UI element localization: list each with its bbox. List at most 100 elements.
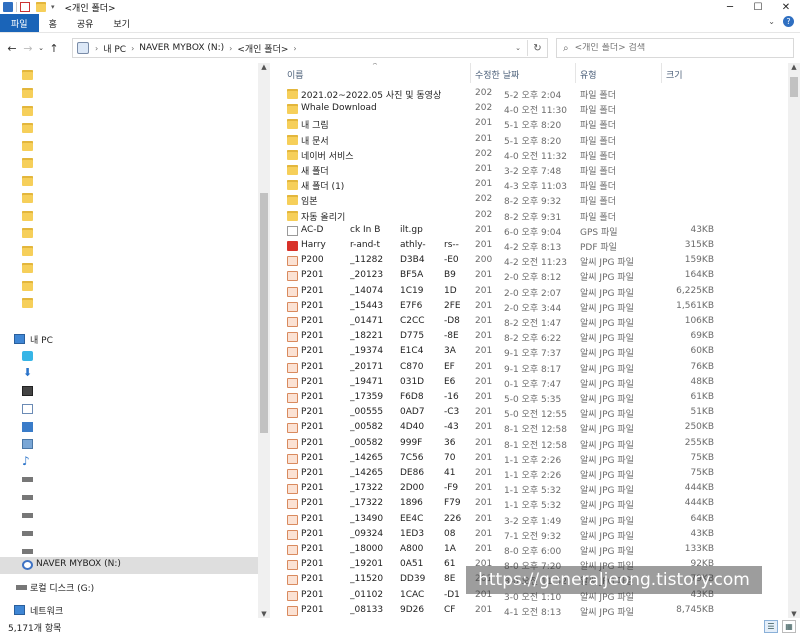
file-row[interactable]: P201 _00555 0AD7 -C3 201 5-0 오전 12:55 알씨 JPG 파… <box>276 406 788 421</box>
file-row[interactable]: P201 _15443 E7F6 2FE 201 2-0 오후 3:44 알씨 JPG 파일… <box>276 300 788 315</box>
file-list-scrollbar[interactable]: ▲ ▼ <box>788 63 800 618</box>
nav-this-pc[interactable]: 내 PC <box>0 331 258 347</box>
file-row[interactable]: P200 _11282 D3B4 -E0 200 4-2 오전 11:23 알씨 JPG 파… <box>276 254 788 269</box>
nav-music[interactable]: ♪ <box>0 453 258 469</box>
nav-pictures[interactable] <box>0 436 258 452</box>
column-type[interactable]: 유형 <box>580 68 597 81</box>
close-button[interactable]: ✕ <box>772 0 800 14</box>
scroll-down-icon[interactable]: ▼ <box>788 610 800 618</box>
help-icon[interactable]: ? <box>783 16 794 27</box>
file-row[interactable]: P201 _18221 D775 -8E 201 8-2 오후 6:22 알씨 JPG 파일… <box>276 330 788 345</box>
up-button[interactable]: ↑ <box>46 42 62 55</box>
nav-folder[interactable] <box>0 173 258 189</box>
nav-drive[interactable] <box>0 507 258 523</box>
scroll-up-icon[interactable]: ▲ <box>258 63 270 71</box>
nav-folder[interactable] <box>0 120 258 136</box>
file-row[interactable]: Harry r-and-t athly-rs-- 201 4-2 오후 8:13 PDF … <box>276 239 788 254</box>
column-size[interactable]: 크기 <box>666 68 683 81</box>
recent-locations-icon[interactable]: ⌄ <box>36 44 46 52</box>
search-input[interactable] <box>574 43 775 53</box>
file-row[interactable]: 내 그림 201 5-1 오후 8:20 파일 폴더 <box>276 117 788 132</box>
nav-videos[interactable] <box>0 383 258 399</box>
file-row[interactable]: 자동 올리기 202 8-2 오후 9:31 파일 폴더 <box>276 209 788 224</box>
file-row[interactable]: P201 _00582 4D40 -43 201 8-1 오전 12:58 알씨 JPG 파… <box>276 421 788 436</box>
breadcrumb-this-pc[interactable]: 내 PC <box>103 42 126 55</box>
nav-naver-mybox[interactable]: NAVER MYBOX (N:) <box>0 557 258 574</box>
back-button[interactable]: ← <box>4 42 20 55</box>
maximize-button[interactable]: ☐ <box>744 0 772 14</box>
file-row[interactable]: P201 _13490 EE4C 226 201 3-2 오후 1:49 알씨 JPG 파일… <box>276 513 788 528</box>
file-row[interactable]: P201 _20171 C870 EF 201 9-1 오후 8:17 알씨 JPG 파일 7… <box>276 361 788 376</box>
nav-folder[interactable] <box>0 67 258 83</box>
new-folder-icon[interactable] <box>36 2 46 12</box>
nav-drive[interactable] <box>0 471 258 487</box>
file-row[interactable]: P201 _17322 2D00 -F9 201 1-1 오후 5:32 알씨 JPG 파일… <box>276 482 788 497</box>
scroll-up-icon[interactable]: ▲ <box>788 63 800 71</box>
explorer-icon[interactable] <box>3 2 13 12</box>
nav-folder[interactable] <box>0 85 258 101</box>
column-divider[interactable] <box>661 63 662 83</box>
nav-folder[interactable] <box>0 138 258 154</box>
column-divider[interactable] <box>575 63 576 83</box>
nav-downloads[interactable]: ⬇ <box>0 365 258 381</box>
file-row[interactable]: 새 폴더 201 3-2 오후 7:48 파일 폴더 <box>276 163 788 178</box>
column-date[interactable]: 수정한 날짜 <box>475 68 519 81</box>
nav-folder[interactable] <box>0 155 258 171</box>
nav-folder[interactable] <box>0 190 258 206</box>
nav-folder[interactable] <box>0 278 258 294</box>
file-row[interactable]: 2021.02~2022.05 사진 및 동영상 202 5-2 오후 2:04 파일… <box>276 87 788 102</box>
file-row[interactable]: 네이버 서비스 202 4-0 오전 11:32 파일 폴더 <box>276 148 788 163</box>
expand-ribbon-icon[interactable]: ⌄ <box>768 17 775 26</box>
nav-scroll-thumb[interactable] <box>260 193 268 433</box>
file-row[interactable]: Whale Download 202 4-0 오전 11:30 파일 폴더 <box>276 102 788 117</box>
large-icons-view-icon[interactable]: ▦ <box>782 620 796 633</box>
tab-home[interactable]: 홈 <box>39 14 67 32</box>
nav-drive[interactable] <box>0 525 258 541</box>
tab-share[interactable]: 공유 <box>67 14 104 32</box>
nav-folder[interactable] <box>0 260 258 276</box>
nav-local-disk[interactable]: 로컬 디스크 (G:) <box>0 579 258 595</box>
nav-folder[interactable] <box>0 103 258 119</box>
refresh-button[interactable]: ↻ <box>527 40 547 56</box>
minimize-button[interactable]: ─ <box>716 0 744 14</box>
customize-toolbar-icon[interactable]: ▾ <box>51 3 55 11</box>
file-row[interactable]: P201 _09324 1ED3 08 201 7-1 오전 9:32 알씨 JPG 파일 4… <box>276 528 788 543</box>
file-row[interactable]: 새 폴더 (1) 201 4-3 오후 11:03 파일 폴더 <box>276 178 788 193</box>
nav-documents[interactable] <box>0 401 258 417</box>
column-divider[interactable] <box>470 63 471 83</box>
file-row[interactable]: P201 _19471 031D E6 201 0-1 오후 7:47 알씨 JPG 파일 4… <box>276 376 788 391</box>
nav-folder[interactable] <box>0 208 258 224</box>
file-row[interactable]: P201 _17359 F6D8 -16 201 5-0 오후 5:35 알씨 JPG 파일… <box>276 391 788 406</box>
column-name[interactable]: 이름 <box>287 68 304 81</box>
file-row[interactable]: AC-D ck In B ilt.gp 201 6-0 오후 9:04 GPS 파일 43K… <box>276 224 788 239</box>
file-row[interactable]: P201 _17322 1896 F79 201 1-1 오후 5:32 알씨 JPG 파일… <box>276 497 788 512</box>
file-row[interactable]: P201 _01471 C2CC -D8 201 8-2 오전 1:47 알씨 JPG 파일… <box>276 315 788 330</box>
file-row[interactable]: P201 _08133 9D26 CF 201 4-1 오전 8:13 알씨 JPG 파일 8… <box>276 604 788 618</box>
nav-scrollbar[interactable]: ▲ ▼ <box>258 63 270 618</box>
file-row[interactable]: P201 _14265 7C56 70 201 1-1 오후 2:26 알씨 JPG 파일 7… <box>276 452 788 467</box>
file-row[interactable]: P201 _14074 1C19 1D 201 2-0 오후 2:07 알씨 JPG 파일 6… <box>276 285 788 300</box>
nav-folder[interactable] <box>0 295 258 311</box>
nav-3d-objects[interactable] <box>0 348 258 364</box>
search-box[interactable]: ⌕ <box>556 38 794 58</box>
nav-desktop[interactable] <box>0 419 258 435</box>
file-row[interactable]: 임본 202 8-2 오후 9:32 파일 폴더 <box>276 193 788 208</box>
tab-file[interactable]: 파일 <box>0 14 39 32</box>
file-row[interactable]: P201 _19374 E1C4 3A 201 9-1 오후 7:37 알씨 JPG 파일 6… <box>276 345 788 360</box>
nav-folder[interactable] <box>0 243 258 259</box>
file-scroll-thumb[interactable] <box>790 77 798 97</box>
nav-drive[interactable] <box>0 489 258 505</box>
nav-network[interactable]: 네트워크 <box>0 602 258 618</box>
file-row[interactable]: P201 _00582 999F 36 201 8-1 오전 12:58 알씨 JPG 파일… <box>276 437 788 452</box>
address-dropdown-icon[interactable]: ⌄ <box>515 44 521 52</box>
forward-button[interactable]: → <box>20 42 36 55</box>
tab-view[interactable]: 보기 <box>103 14 140 32</box>
nav-folder[interactable] <box>0 225 258 241</box>
file-row[interactable]: P201 _18000 A800 1A 201 8-0 오후 6:00 알씨 JPG 파일 1… <box>276 543 788 558</box>
file-row[interactable]: 내 문서 201 5-1 오후 8:20 파일 폴더 <box>276 133 788 148</box>
file-row[interactable]: P201 _20123 BF5A B9 201 2-0 오후 8:12 알씨 JPG 파일 1… <box>276 269 788 284</box>
details-view-icon[interactable]: ☰ <box>764 620 778 633</box>
address-bar[interactable]: › 내 PC › NAVER MYBOX (N:) › <개인 폴더> › ⌄ … <box>72 38 548 58</box>
file-row[interactable]: P201 _14265 DE86 41 201 1-1 오후 2:26 알씨 JPG 파일 7… <box>276 467 788 482</box>
breadcrumb-mybox[interactable]: NAVER MYBOX (N:) <box>139 43 224 53</box>
